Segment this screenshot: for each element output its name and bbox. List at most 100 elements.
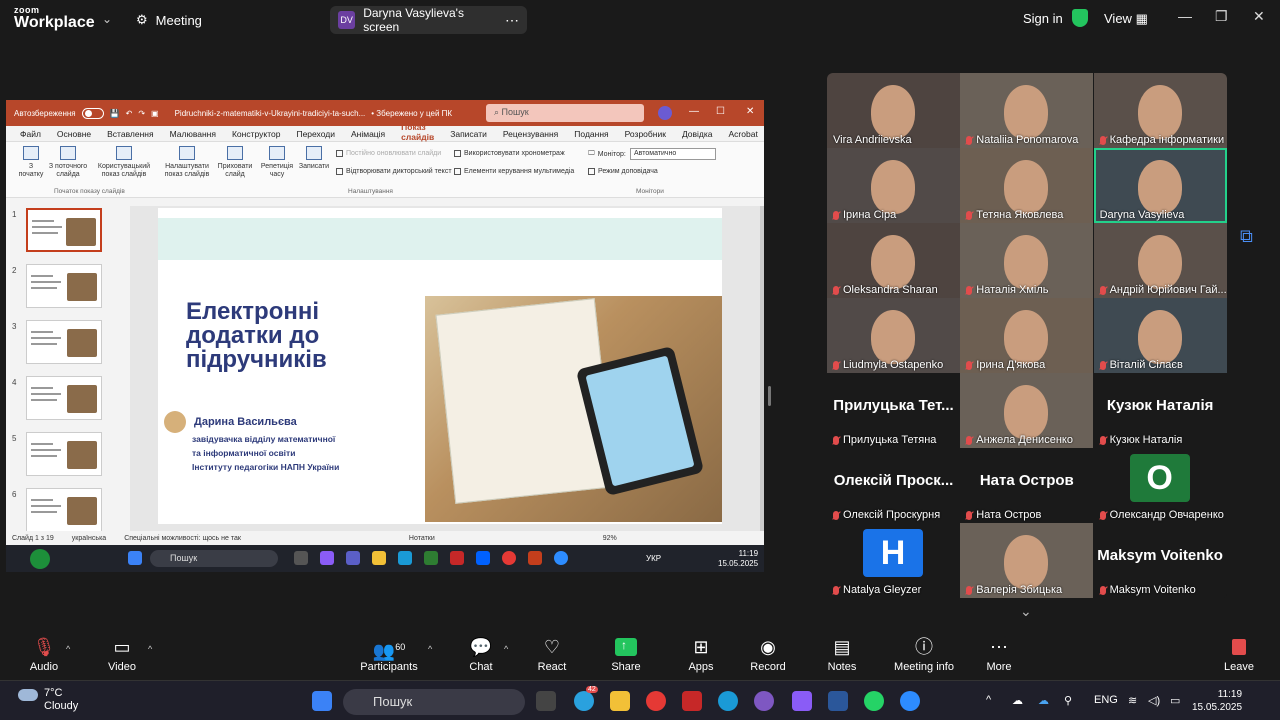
- ribbon-tab[interactable]: Переходи: [288, 129, 343, 139]
- close-icon[interactable]: ✕: [746, 106, 754, 117]
- ribbon-tab[interactable]: Вставлення: [99, 129, 161, 139]
- telegram-icon[interactable]: 42: [574, 686, 598, 711]
- from-current-slide-button[interactable]: З поточного слайда: [46, 146, 90, 178]
- volume-icon[interactable]: ◁): [1148, 694, 1160, 707]
- chevron-down-icon[interactable]: ⌄: [1020, 603, 1032, 620]
- more-button[interactable]: ⋯ More: [984, 636, 1014, 673]
- custom-show-button[interactable]: Користувацький показ слайдів: [96, 146, 152, 178]
- language[interactable]: українська: [72, 535, 106, 542]
- zoom-icon[interactable]: [900, 691, 920, 711]
- battery-icon[interactable]: ▭: [1170, 694, 1180, 707]
- participant-tile[interactable]: Прилуцька Тет... Прилуцька Тетяна: [827, 373, 960, 448]
- leave-button[interactable]: Leave: [1224, 636, 1254, 673]
- folder-icon[interactable]: [610, 691, 630, 711]
- user-avatar[interactable]: [658, 106, 672, 120]
- viber-icon[interactable]: [754, 691, 774, 711]
- react-button[interactable]: ♡ React: [536, 636, 568, 673]
- participant-tile[interactable]: Daryna Vasylieva: [1093, 148, 1227, 223]
- ribbon-tab[interactable]: Acrobat: [721, 129, 764, 139]
- participant-tile[interactable]: Oleksandra Sharan: [827, 223, 960, 298]
- language-indicator[interactable]: ENG: [1094, 694, 1118, 706]
- participant-tile[interactable]: Кафедра інформатики: [1093, 73, 1227, 148]
- record-button[interactable]: Записати: [296, 146, 332, 171]
- windows-search[interactable]: Пошук: [343, 689, 525, 715]
- ppt-search[interactable]: ⌕ Пошук: [486, 104, 644, 122]
- security-shield-icon[interactable]: [1072, 9, 1088, 27]
- chevron-up-icon[interactable]: ^: [986, 694, 991, 706]
- rehearse-button[interactable]: Репетиція часу: [260, 146, 294, 178]
- folder-icon[interactable]: [372, 551, 386, 565]
- participant-tile[interactable]: Н Natalya Gleyzer: [827, 523, 960, 598]
- chevron-up-icon[interactable]: ^: [148, 644, 152, 654]
- pen-icon[interactable]: [30, 549, 50, 569]
- slide-thumbnail[interactable]: [26, 208, 102, 252]
- ribbon-tab[interactable]: Малювання: [162, 129, 224, 139]
- chat-button[interactable]: 💬 Chat: [466, 636, 496, 673]
- ribbon-tab[interactable]: Розробник: [617, 129, 674, 139]
- setup-show-button[interactable]: Налаштувати показ слайдів: [162, 146, 212, 178]
- participant-tile[interactable]: Кузюк Наталія Кузюк Наталія: [1093, 373, 1227, 448]
- zoom-level[interactable]: 92%: [603, 535, 617, 542]
- apps-button[interactable]: ⊞ Apps: [686, 636, 716, 673]
- ribbon-tab[interactable]: Довідка: [674, 129, 721, 139]
- participant-tile[interactable]: Liudmyla Ostapenko: [827, 298, 960, 373]
- slide-thumbnail[interactable]: [26, 320, 102, 364]
- ribbon-tab[interactable]: Основне: [49, 129, 99, 139]
- chevron-up-icon[interactable]: ^: [66, 644, 70, 654]
- edge-icon[interactable]: [398, 551, 412, 565]
- whatsapp-icon[interactable]: [864, 691, 884, 711]
- participant-tile[interactable]: Ната Остров Ната Остров: [960, 448, 1094, 523]
- ribbon-tab[interactable]: Анімація: [343, 129, 393, 139]
- cloud-sync-icon[interactable]: ☁: [1012, 694, 1023, 707]
- slide-thumbnail[interactable]: [26, 488, 102, 532]
- more-options-icon[interactable]: ⋯: [505, 12, 519, 29]
- participant-tile[interactable]: Ірина Сіра: [827, 148, 960, 223]
- participant-tile[interactable]: Олексій Проск... Олексій Проскурня: [827, 448, 960, 523]
- close-icon[interactable]: ✕: [1253, 8, 1265, 25]
- mcafee-icon[interactable]: [450, 551, 464, 565]
- slide-scrollbar[interactable]: [760, 206, 764, 531]
- ribbon-tab[interactable]: Файл: [12, 129, 49, 139]
- chrome-icon[interactable]: [646, 691, 666, 711]
- weather-widget[interactable]: 7°C Cloudy: [44, 687, 78, 713]
- participant-tile[interactable]: Анжела Денисенко: [960, 373, 1094, 448]
- edge-icon[interactable]: [718, 691, 738, 711]
- taskview-icon[interactable]: [536, 691, 556, 711]
- participant-tile[interactable]: Тетяна Яковлева: [960, 148, 1094, 223]
- copilot-icon[interactable]: [320, 551, 334, 565]
- copilot-icon[interactable]: [792, 691, 812, 711]
- slide-thumbnail[interactable]: [26, 432, 102, 476]
- view-button[interactable]: View ▦: [1104, 11, 1148, 27]
- autosave-toggle[interactable]: [81, 107, 104, 119]
- chrome-icon[interactable]: [502, 551, 516, 565]
- taskview-icon[interactable]: [294, 551, 308, 565]
- video-button[interactable]: ▭ Video: [104, 636, 140, 673]
- slide-thumbnail[interactable]: [26, 376, 102, 420]
- hide-slide-button[interactable]: Приховати слайд: [216, 146, 254, 178]
- ribbon-tab[interactable]: Записати: [442, 129, 495, 139]
- inner-clock[interactable]: 11:19 15.05.2025: [718, 549, 758, 569]
- side-panel-toggle-icon[interactable]: ⧉: [1240, 226, 1266, 252]
- powerpoint-icon[interactable]: [528, 551, 542, 565]
- sign-in-button[interactable]: Sign in: [1023, 11, 1063, 26]
- start-icon[interactable]: [128, 551, 142, 565]
- minimize-icon[interactable]: —: [1178, 8, 1192, 24]
- chevron-up-icon[interactable]: ^: [504, 644, 508, 654]
- resize-handle[interactable]: [768, 386, 771, 406]
- word-icon[interactable]: [828, 691, 848, 711]
- notes-button[interactable]: Нотатки: [409, 535, 435, 542]
- ribbon-tab[interactable]: Подання: [566, 129, 616, 139]
- participant-tile[interactable]: Vira Andriievska: [827, 73, 960, 148]
- participant-tile[interactable]: О Олександр Овчаренко: [1093, 448, 1227, 523]
- dropbox-icon[interactable]: [476, 551, 490, 565]
- slide-canvas[interactable]: Електронні додатки до підручників Дарина…: [158, 208, 722, 524]
- loop-checkbox[interactable]: Постійно оновлювати слайди: [336, 150, 441, 157]
- participant-tile[interactable]: Maksym Voitenko Maksym Voitenko: [1093, 523, 1227, 598]
- inner-lang[interactable]: УКР: [646, 554, 661, 563]
- undo-icon[interactable]: ↶: [126, 109, 133, 118]
- store-icon[interactable]: [424, 551, 438, 565]
- ribbon-tab[interactable]: Конструктор: [224, 129, 288, 139]
- wifi-icon[interactable]: ≋: [1128, 694, 1137, 707]
- notes-button[interactable]: ▤ Notes: [826, 636, 858, 673]
- record-button[interactable]: ◉ Record: [748, 636, 788, 673]
